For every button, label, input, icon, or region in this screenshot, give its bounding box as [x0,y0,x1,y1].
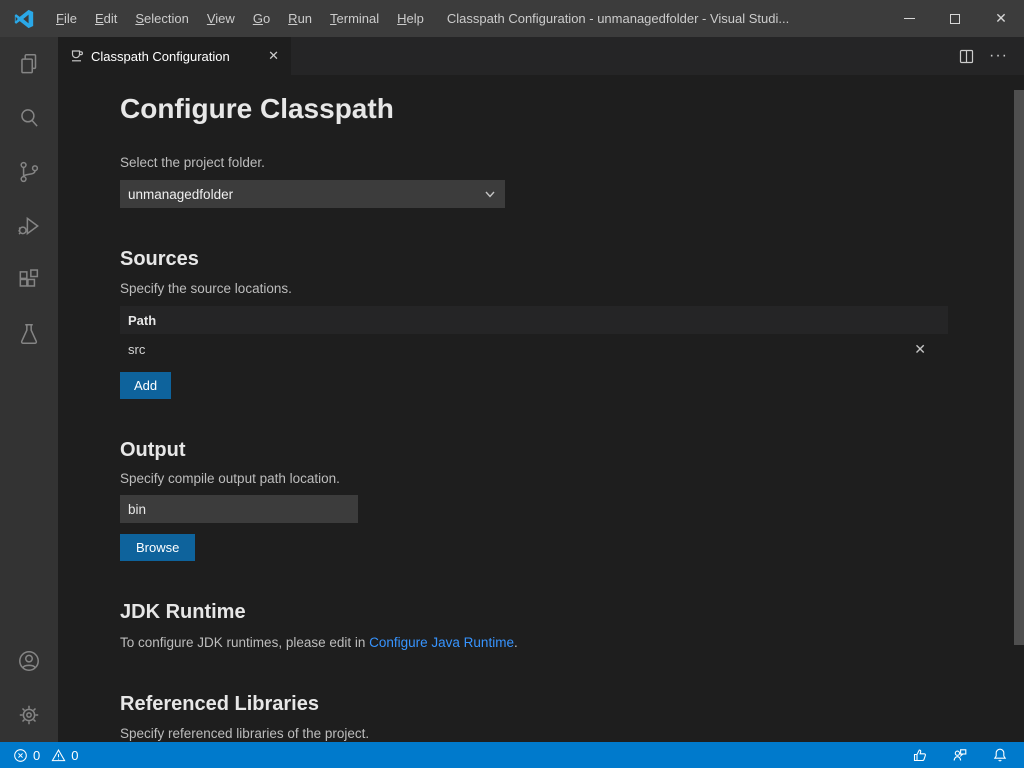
run-debug-button[interactable] [0,199,58,253]
sources-heading: Sources [120,246,1024,272]
sources-column-header: Path [120,306,948,334]
testing-button[interactable] [0,307,58,361]
bell-icon[interactable] [992,747,1008,763]
menu-edit[interactable]: Edit [86,7,126,30]
remove-source-icon[interactable]: ✕ [912,341,928,358]
tab-label: Classpath Configuration [91,49,264,64]
explorer-button[interactable] [0,37,58,91]
table-row[interactable]: src ✕ [120,334,948,364]
search-button[interactable] [0,91,58,145]
browse-button[interactable]: Browse [120,534,195,561]
menu-go[interactable]: Go [244,7,279,30]
extensions-button[interactable] [0,253,58,307]
warning-icon [51,748,66,763]
sources-description: Specify the source locations. [120,280,1024,297]
jdk-text-before: To configure JDK runtimes, please edit i… [120,635,369,650]
jdk-runtime-heading: JDK Runtime [120,599,1024,625]
accounts-button[interactable] [0,634,58,688]
error-count: 0 [33,748,40,763]
configure-java-runtime-link[interactable]: Configure Java Runtime [369,635,514,650]
settings-button[interactable] [0,688,58,742]
vscode-logo-icon [13,8,35,30]
classpath-cup-icon [69,48,91,64]
chevron-down-icon [483,187,497,201]
menu-selection[interactable]: Selection [126,7,197,30]
more-actions-icon[interactable]: ··· [989,47,1008,65]
thumbsup-icon[interactable] [912,747,928,763]
title-bar: File Edit Selection View Go Run Terminal… [0,0,1024,37]
path-header-label: Path [128,313,156,328]
warning-count: 0 [71,748,78,763]
minimize-button[interactable] [886,0,932,37]
referenced-libraries-heading: Referenced Libraries [120,691,1024,717]
menu-file[interactable]: File [47,7,86,30]
problems-status[interactable]: 0 0 [0,748,84,763]
source-control-icon [16,159,42,185]
menu-view[interactable]: View [198,7,244,30]
jdk-runtime-text: To configure JDK runtimes, please edit i… [120,634,1024,651]
extensions-icon [16,267,42,293]
beaker-icon [16,321,42,347]
maximize-button[interactable] [932,0,978,37]
window-title: Classpath Configuration - unmanagedfolde… [447,11,886,26]
window-controls: ✕ [886,0,1024,37]
scrollbar-thumb[interactable] [1014,90,1024,645]
page-title: Configure Classpath [120,90,1024,128]
account-icon [16,648,42,674]
close-window-button[interactable]: ✕ [978,0,1024,37]
maximize-icon [950,14,960,24]
tab-bar: Classpath Configuration ✕ ··· [58,37,1024,75]
split-editor-icon[interactable] [958,48,975,65]
feedback-icon[interactable] [952,747,968,763]
project-folder-select[interactable]: unmanagedfolder [120,180,505,208]
menu-help[interactable]: Help [388,7,433,30]
search-icon [16,105,42,131]
files-icon [16,51,42,77]
referenced-libraries-description: Specify referenced libraries of the proj… [120,725,1024,742]
editor-actions: ··· [958,37,1024,75]
close-tab-icon[interactable]: ✕ [264,46,283,66]
activity-bar [0,37,58,742]
error-icon [13,748,28,763]
jdk-text-after: . [514,635,518,650]
menu-bar: File Edit Selection View Go Run Terminal… [47,7,433,30]
status-bar-right [912,747,1024,763]
output-path-input[interactable] [120,495,358,523]
output-heading: Output [120,437,1024,463]
project-folder-label: Select the project folder. [120,154,1024,171]
tab-classpath-configuration[interactable]: Classpath Configuration ✕ [58,37,291,75]
gear-icon [16,702,42,728]
run-debug-icon [16,213,42,239]
menu-terminal[interactable]: Terminal [321,7,388,30]
project-folder-value: unmanagedfolder [128,187,233,202]
status-bar: 0 0 [0,742,1024,768]
close-window-icon: ✕ [995,10,1007,27]
output-description: Specify compile output path location. [120,470,1024,487]
sources-table: Path src ✕ [120,306,948,364]
add-source-button[interactable]: Add [120,372,171,399]
classpath-configuration-page: Configure Classpath Select the project f… [58,75,1024,742]
source-path-value: src [128,342,145,357]
source-control-button[interactable] [0,145,58,199]
editor-scrollbar [1014,75,1024,742]
minimize-icon [904,18,915,19]
menu-run[interactable]: Run [279,7,321,30]
